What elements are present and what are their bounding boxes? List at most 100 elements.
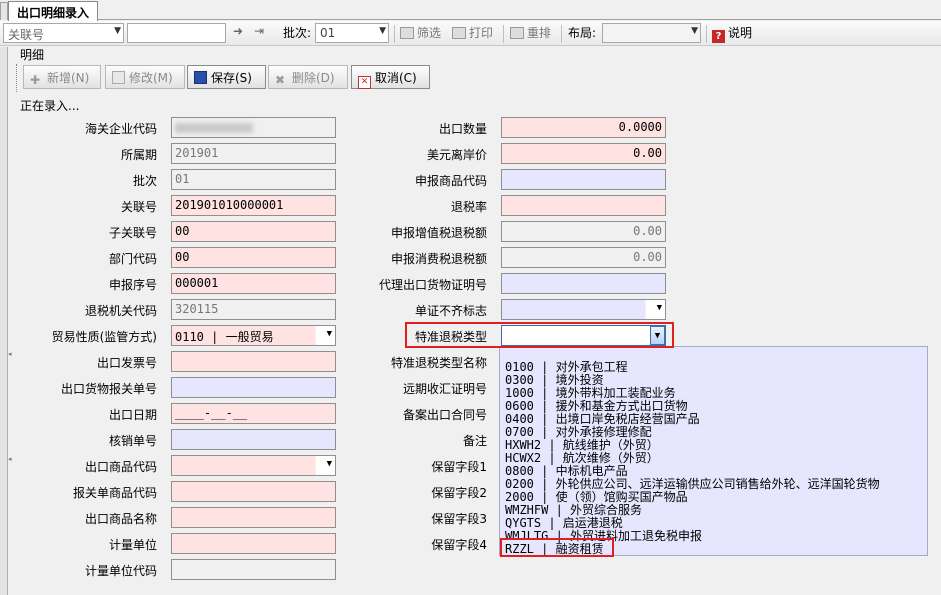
help-label: 说明 <box>728 26 753 40</box>
declared-goods-code-label: 申报商品代码 <box>414 174 487 188</box>
scroll-up-icon[interactable]: ◂ <box>8 350 12 358</box>
reserved-field-2-label: 保留字段2 <box>431 486 487 500</box>
layout-select[interactable]: ▼ <box>602 23 701 43</box>
cancel-label: 取消(C) <box>375 71 417 85</box>
special-refund-type-dropdown-list[interactable]: 0100 | 对外承包工程 0300 | 境外投资 1000 | 境外带料加工装… <box>499 346 928 556</box>
help-button[interactable]: ? 说明 <box>712 24 752 43</box>
declaration-goods-code-label: 报关单商品代码 <box>72 486 157 500</box>
forward-forex-cert-label: 远期收汇证明号 <box>402 382 487 396</box>
reserved-field-4-label: 保留字段4 <box>431 538 487 552</box>
declaration-goods-code-field[interactable] <box>171 481 336 502</box>
blurred-value <box>175 122 253 133</box>
tab-scroll-left[interactable] <box>0 2 8 20</box>
reserved-field-1-label: 保留字段1 <box>431 460 487 474</box>
agent-export-cert-field[interactable] <box>501 273 666 294</box>
unit-code-label: 计量单位代码 <box>84 564 157 578</box>
doc-incomplete-flag-label: 单证不齐标志 <box>414 304 487 318</box>
add-button[interactable]: ✚ 新增(N) <box>23 65 101 89</box>
status-text: 正在录入... <box>20 99 80 113</box>
cancel-button[interactable]: ✕ 取消(C) <box>351 65 430 89</box>
unit-field[interactable] <box>171 533 336 554</box>
tax-office-code-field[interactable]: 320115 <box>171 299 336 320</box>
save-icon <box>194 71 207 84</box>
invoice-no-label: 出口发票号 <box>96 356 157 370</box>
filter-button[interactable]: 筛选 <box>400 24 441 43</box>
unit-code-field[interactable] <box>171 559 336 580</box>
usd-fob-field[interactable]: 0.00 <box>501 143 666 164</box>
arrow-right-icon[interactable]: ➜ <box>233 24 243 43</box>
declare-seq-field[interactable]: 000001 <box>171 273 336 294</box>
tab-export-detail-entry[interactable]: 出口明细录入 <box>8 1 99 21</box>
vat-refund-label: 申报增值税退税额 <box>390 226 487 240</box>
plus-icon: ✚ <box>30 73 41 87</box>
vat-refund-field[interactable]: 0.00 <box>501 221 666 242</box>
doc-incomplete-flag-select[interactable]: ▼ <box>501 299 666 320</box>
edit-label: 修改(M) <box>129 71 173 85</box>
resort-icon <box>510 27 524 39</box>
customs-code-field[interactable] <box>171 117 336 138</box>
save-label: 保存(S) <box>211 71 252 85</box>
left-collapse-strip[interactable] <box>0 47 8 595</box>
sub-relation-no-field[interactable]: 00 <box>171 221 336 242</box>
special-refund-type-name-label: 特准退税类型名称 <box>390 356 487 370</box>
arrow-right-end-icon[interactable]: ⇥ <box>254 24 264 43</box>
chevron-down-icon: ▼ <box>691 26 698 36</box>
resort-label: 重排 <box>527 26 552 40</box>
tax-office-code-label: 退税机关代码 <box>84 304 157 318</box>
printer-icon <box>452 27 466 39</box>
declare-seq-label: 申报序号 <box>108 278 157 292</box>
batch-field[interactable]: 01 <box>171 169 336 190</box>
chevron-down-icon: ▼ <box>326 459 332 469</box>
print-button[interactable]: 打印 <box>452 24 493 43</box>
chevron-down-icon: ▼ <box>326 329 332 339</box>
resort-button[interactable]: 重排 <box>510 24 551 43</box>
batch-label: 批次: <box>283 26 312 40</box>
invoice-no-field[interactable] <box>171 351 336 372</box>
declared-goods-code-field[interactable] <box>501 169 666 190</box>
remark-label: 备注 <box>462 434 487 448</box>
sub-relation-no-label: 子关联号 <box>108 226 157 240</box>
period-label: 所属期 <box>120 148 157 162</box>
export-goods-name-label: 出口商品名称 <box>84 512 157 526</box>
save-button[interactable]: 保存(S) <box>187 65 266 89</box>
layout-label: 布局: <box>568 26 597 40</box>
toolbar-grip <box>16 64 18 92</box>
batch-select-value: 01 <box>320 26 336 40</box>
batch-select[interactable]: 01 ▼ <box>315 23 389 43</box>
batch-field-label: 批次 <box>132 174 157 188</box>
highlight-box-special-refund-type <box>405 322 674 348</box>
toolbar-divider <box>706 25 707 43</box>
export-quantity-field[interactable]: 0.0000 <box>501 117 666 138</box>
field-select-value: 关联号 <box>8 28 45 42</box>
search-input[interactable] <box>127 23 226 43</box>
relation-no-field[interactable]: 201901010000001 <box>171 195 336 216</box>
chevron-down-icon: ▼ <box>656 303 662 313</box>
field-select[interactable]: 关联号 ▼ <box>3 23 124 43</box>
print-label: 打印 <box>469 26 494 40</box>
export-date-field[interactable]: ____-__-__ <box>171 403 336 424</box>
chevron-down-icon: ▼ <box>114 26 121 36</box>
period-field[interactable]: 201901 <box>171 143 336 164</box>
scroll-down-icon[interactable]: ◂ <box>8 455 12 463</box>
trade-type-select[interactable]: 0110 | 一般贸易 ▼ <box>171 325 336 346</box>
trade-type-value: 0110 | 一般贸易 <box>175 330 274 344</box>
cancel-icon: ✕ <box>358 76 371 89</box>
toolbar: 关联号 ▼ ➜ ⇥ 批次: 01 ▼ 筛选 打印 重排 布局: ▼ ? 说明 <box>0 21 941 46</box>
filter-label: 筛选 <box>417 26 442 40</box>
toolbar-divider <box>503 25 504 43</box>
edit-button[interactable]: 修改(M) <box>105 65 185 89</box>
toolbar-divider <box>394 25 395 43</box>
customs-declaration-no-field[interactable] <box>171 377 336 398</box>
verification-no-field[interactable] <box>171 429 336 450</box>
export-goods-code-select[interactable]: ▼ <box>171 455 336 476</box>
export-goods-name-field[interactable] <box>171 507 336 528</box>
reserved-field-3-label: 保留字段3 <box>431 512 487 526</box>
toolbar-divider <box>561 25 562 43</box>
highlight-box-rzzl-option <box>500 538 614 557</box>
dept-code-field[interactable]: 00 <box>171 247 336 268</box>
refund-rate-field[interactable] <box>501 195 666 216</box>
consumption-tax-refund-field[interactable]: 0.00 <box>501 247 666 268</box>
filter-icon <box>400 27 414 39</box>
delete-button[interactable]: ✖ 删除(D) <box>268 65 348 89</box>
filing-contract-no-label: 备案出口合同号 <box>402 408 487 422</box>
